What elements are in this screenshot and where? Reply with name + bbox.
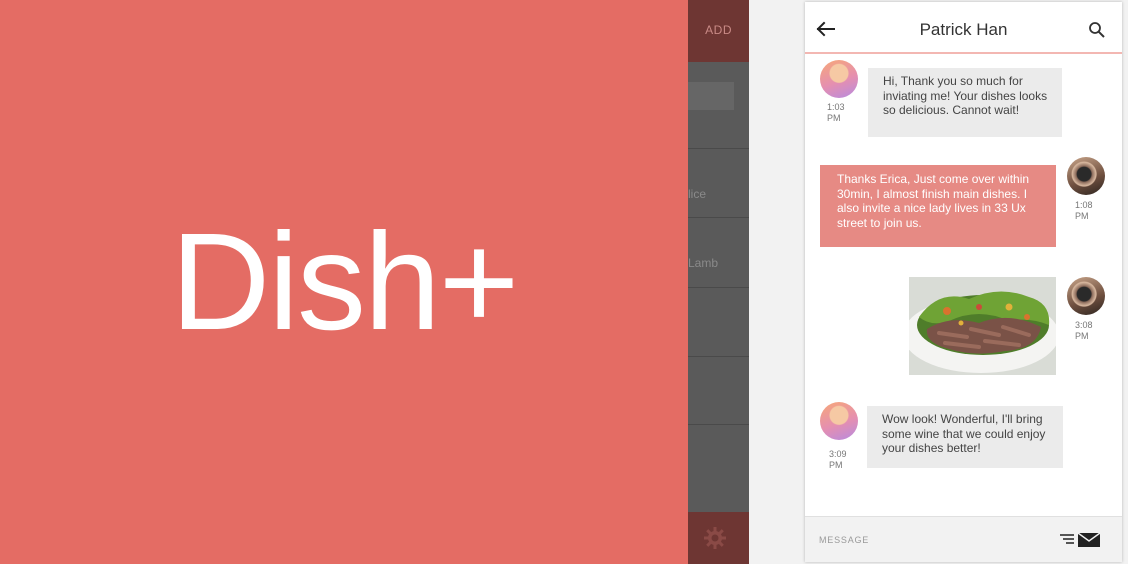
steak-salad-photo[interactable]: [909, 277, 1056, 375]
avatar[interactable]: [820, 402, 858, 440]
message-list[interactable]: 1:03 PM Hi, Thank you so much for inviat…: [805, 56, 1122, 516]
list-item[interactable]: lice: [688, 187, 706, 201]
search-icon[interactable]: [1088, 21, 1106, 39]
brand-logo-text: Dish+: [170, 204, 520, 359]
message-bubble-outgoing: Thanks Erica, Just come over within 30mi…: [820, 165, 1056, 247]
splash-panel: Dish+: [0, 0, 688, 564]
send-mail-icon[interactable]: [1060, 531, 1102, 549]
gear-icon[interactable]: [703, 526, 727, 550]
chat-title: Patrick Han: [919, 20, 1008, 39]
message-bubble-incoming: Hi, Thank you so much for inviating me! …: [868, 68, 1062, 137]
message-time: 1:03 PM: [827, 102, 845, 123]
message-time: 3:08 PM: [1075, 320, 1093, 341]
app-showcase: ADD lice Lamb Dish+ Patrick Han 1:03 PM …: [0, 0, 1128, 564]
avatar[interactable]: [1067, 157, 1105, 195]
list-item[interactable]: Lamb: [688, 256, 718, 270]
message-input[interactable]: [819, 530, 1039, 550]
add-button[interactable]: ADD: [705, 23, 732, 37]
chat-screen: Patrick Han 1:03 PM Hi, Thank you so muc…: [805, 2, 1122, 562]
message-composer: [805, 516, 1122, 562]
message-time: 1:08 PM: [1075, 200, 1093, 221]
message-time: 3:09 PM: [829, 449, 847, 470]
food-image: [909, 277, 1056, 375]
avatar[interactable]: [1067, 277, 1105, 315]
chat-header: Patrick Han: [805, 2, 1122, 54]
message-bubble-incoming: Wow look! Wonderful, I'll bring some win…: [867, 406, 1063, 468]
avatar[interactable]: [820, 60, 858, 98]
